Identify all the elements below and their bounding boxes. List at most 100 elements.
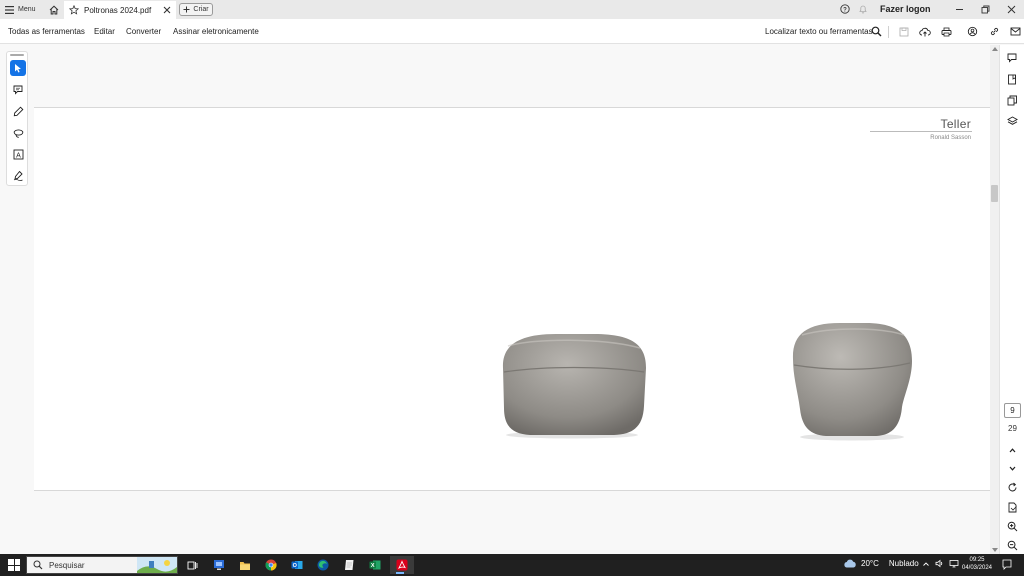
window-close-button[interactable]	[1004, 3, 1018, 16]
cloud-icon	[844, 559, 856, 568]
scroll-up-arrow[interactable]	[992, 47, 998, 51]
taskbar-app-explorer[interactable]	[235, 556, 255, 574]
zoom-in-button[interactable]	[1005, 519, 1019, 533]
plus-icon	[183, 6, 190, 13]
taskbar-search-box[interactable]: Pesquisar	[26, 556, 178, 574]
panel-grip[interactable]	[10, 54, 24, 56]
document-tab-title: Poltronas 2024.pdf	[84, 5, 152, 15]
scroll-down-arrow[interactable]	[992, 548, 998, 552]
previous-page-button[interactable]	[1005, 443, 1019, 457]
clock-date: 04/03/2024	[961, 565, 993, 571]
ottoman-image-side	[792, 323, 912, 441]
page-thumbnails-icon[interactable]	[1005, 93, 1019, 107]
vertical-scrollbar[interactable]	[990, 45, 999, 554]
taskbar-app-remote[interactable]	[209, 556, 229, 574]
taskbar-app-outlook[interactable]: O	[287, 556, 307, 574]
restore-icon	[981, 5, 989, 14]
bookmark-icon[interactable]	[1005, 72, 1019, 86]
highlight-tool-button[interactable]	[10, 103, 26, 119]
search-icon	[33, 560, 43, 570]
tab-bar: Menu Poltronas 2024.pdf Criar ? Fazer lo…	[0, 0, 1024, 19]
rotate-button[interactable]	[1005, 480, 1019, 494]
speaker-icon[interactable]	[935, 559, 944, 568]
task-view-button[interactable]	[182, 556, 202, 574]
svg-text:?: ?	[843, 7, 847, 13]
notes-icon	[344, 560, 353, 570]
toolbar-divider	[888, 26, 889, 38]
home-button[interactable]	[46, 3, 61, 16]
select-cursor-icon	[15, 64, 21, 73]
create-label: Criar	[193, 6, 209, 13]
taskbar-app-edge[interactable]	[313, 556, 333, 574]
comments-panel-icon[interactable]	[1005, 51, 1019, 65]
system-tray	[922, 559, 959, 568]
link-icon[interactable]	[988, 25, 1001, 38]
outlook-icon: O	[291, 561, 303, 569]
taskbar-search-placeholder: Pesquisar	[49, 560, 85, 570]
star-icon[interactable]	[69, 5, 79, 15]
total-pages: 29	[1008, 424, 1017, 433]
close-icon	[163, 6, 171, 14]
taskbar-app-excel[interactable]: X	[365, 556, 385, 574]
main-toolbar: Todas as ferramentas Editar Converter As…	[0, 19, 1024, 44]
lasso-tool-button[interactable]	[10, 125, 26, 141]
search-highlight-image	[137, 557, 177, 573]
home-icon	[49, 5, 58, 14]
share-user-icon[interactable]	[966, 25, 979, 38]
quick-tools-panel: A	[6, 51, 28, 186]
zoom-out-button[interactable]	[1005, 538, 1019, 552]
folder-icon	[240, 561, 250, 570]
tab-close-button[interactable]	[163, 6, 171, 14]
restore-button[interactable]	[978, 3, 992, 16]
edge-icon	[317, 559, 329, 571]
weather-widget[interactable]: 20°C Nublado	[843, 559, 919, 568]
minimize-icon	[955, 9, 963, 10]
search-icon[interactable]	[870, 25, 883, 38]
zoom-in-icon	[1007, 521, 1017, 531]
chevron-up-icon[interactable]	[922, 560, 930, 568]
svg-text:A: A	[16, 152, 21, 159]
menu-convert[interactable]: Converter	[126, 27, 161, 36]
help-icon[interactable]: ?	[840, 4, 850, 16]
menu-button[interactable]: Menu	[5, 3, 36, 16]
page-title: Teller	[940, 117, 971, 131]
layers-icon[interactable]	[1005, 114, 1019, 128]
text-box-tool-button[interactable]: A	[10, 146, 26, 162]
select-tool-button[interactable]	[10, 60, 26, 76]
menu-e-sign[interactable]: Assinar eletronicamente	[173, 27, 259, 36]
comment-icon	[13, 85, 22, 95]
page-number-input[interactable]: 9	[1004, 403, 1021, 418]
create-button[interactable]: Criar	[179, 3, 213, 16]
zoom-out-icon	[1007, 540, 1017, 550]
comment-tool-button[interactable]	[10, 82, 26, 98]
taskbar-app-notes[interactable]	[339, 556, 359, 574]
next-page-button[interactable]	[1005, 461, 1019, 475]
menu-label: Menu	[18, 6, 36, 13]
hamburger-icon	[5, 5, 14, 14]
fill-sign-tool-button[interactable]	[10, 167, 26, 183]
bell-icon[interactable]	[858, 4, 868, 16]
taskbar-app-acrobat[interactable]	[390, 556, 414, 574]
page-edit-icon	[1008, 502, 1017, 512]
save-icon[interactable]	[897, 25, 910, 38]
find-text-or-tools[interactable]: Localizar texto ou ferramentas	[765, 27, 873, 36]
rotate-icon	[1008, 482, 1016, 491]
taskbar-app-chrome[interactable]	[261, 556, 281, 574]
menu-all-tools[interactable]: Todas as ferramentas	[8, 27, 85, 36]
windows-start-icon[interactable]	[8, 559, 20, 571]
print-icon[interactable]	[940, 25, 953, 38]
right-rail: 9 29	[999, 45, 1024, 554]
page-subtitle: Ronald Sasson	[930, 135, 971, 141]
minimize-button[interactable]	[952, 3, 966, 16]
mail-icon[interactable]	[1009, 25, 1022, 38]
cloud-upload-icon[interactable]	[918, 25, 931, 38]
scroll-thumb[interactable]	[991, 185, 998, 202]
highlight-pen-icon	[13, 106, 23, 116]
page-edit-button[interactable]	[1005, 500, 1019, 514]
taskbar-clock[interactable]: 09:25 04/03/2024	[958, 556, 996, 572]
document-tab[interactable]: Poltronas 2024.pdf	[64, 1, 176, 19]
notifications-icon[interactable]	[1002, 559, 1012, 570]
sign-in-link[interactable]: Fazer logon	[880, 4, 931, 14]
menu-edit[interactable]: Editar	[94, 27, 115, 36]
task-view-icon	[187, 561, 197, 569]
